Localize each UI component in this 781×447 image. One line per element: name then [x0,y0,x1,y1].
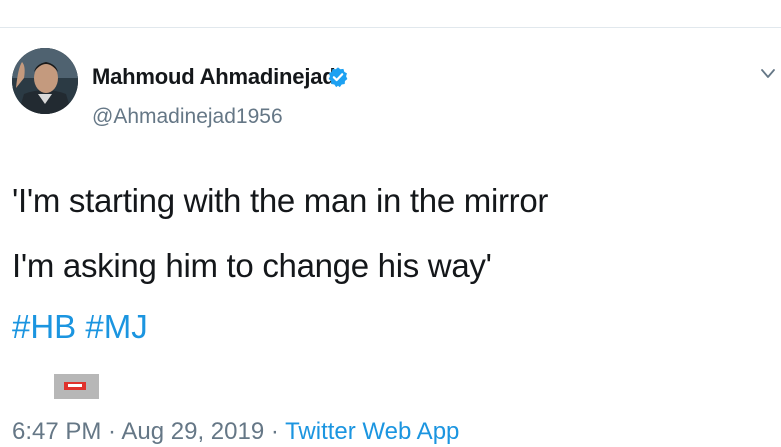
source-link[interactable]: Twitter Web App [285,418,459,445]
hashtag-list: #HB #MJ [12,307,148,347]
media-thumbnail[interactable] [54,374,99,399]
chevron-down-icon[interactable] [758,64,778,84]
tweet-metadata: 6:47 PM · Aug 29, 2019 · Twitter Web App [12,417,459,447]
hashtag-link[interactable]: #HB [12,308,76,345]
tweet-text-line: I'm asking him to change his way' [12,247,492,284]
hashtag-link[interactable]: #MJ [85,308,147,345]
verified-badge-icon [328,67,348,88]
timestamp[interactable]: 6:47 PM · Aug 29, 2019 · [12,418,285,445]
top-strip [0,0,781,28]
profile-photo-icon [12,48,78,114]
tweet-card: Mahmoud Ahmadinejad @Ahmadinejad1956 'I'… [0,28,781,445]
author-name[interactable]: Mahmoud Ahmadinejad [92,64,336,90]
author-handle[interactable]: @Ahmadinejad1956 [92,104,283,130]
avatar[interactable] [12,48,78,114]
tweet-text-line: 'I'm starting with the man in the mirror [12,182,549,219]
media-thumbnail-graphic [68,384,82,387]
